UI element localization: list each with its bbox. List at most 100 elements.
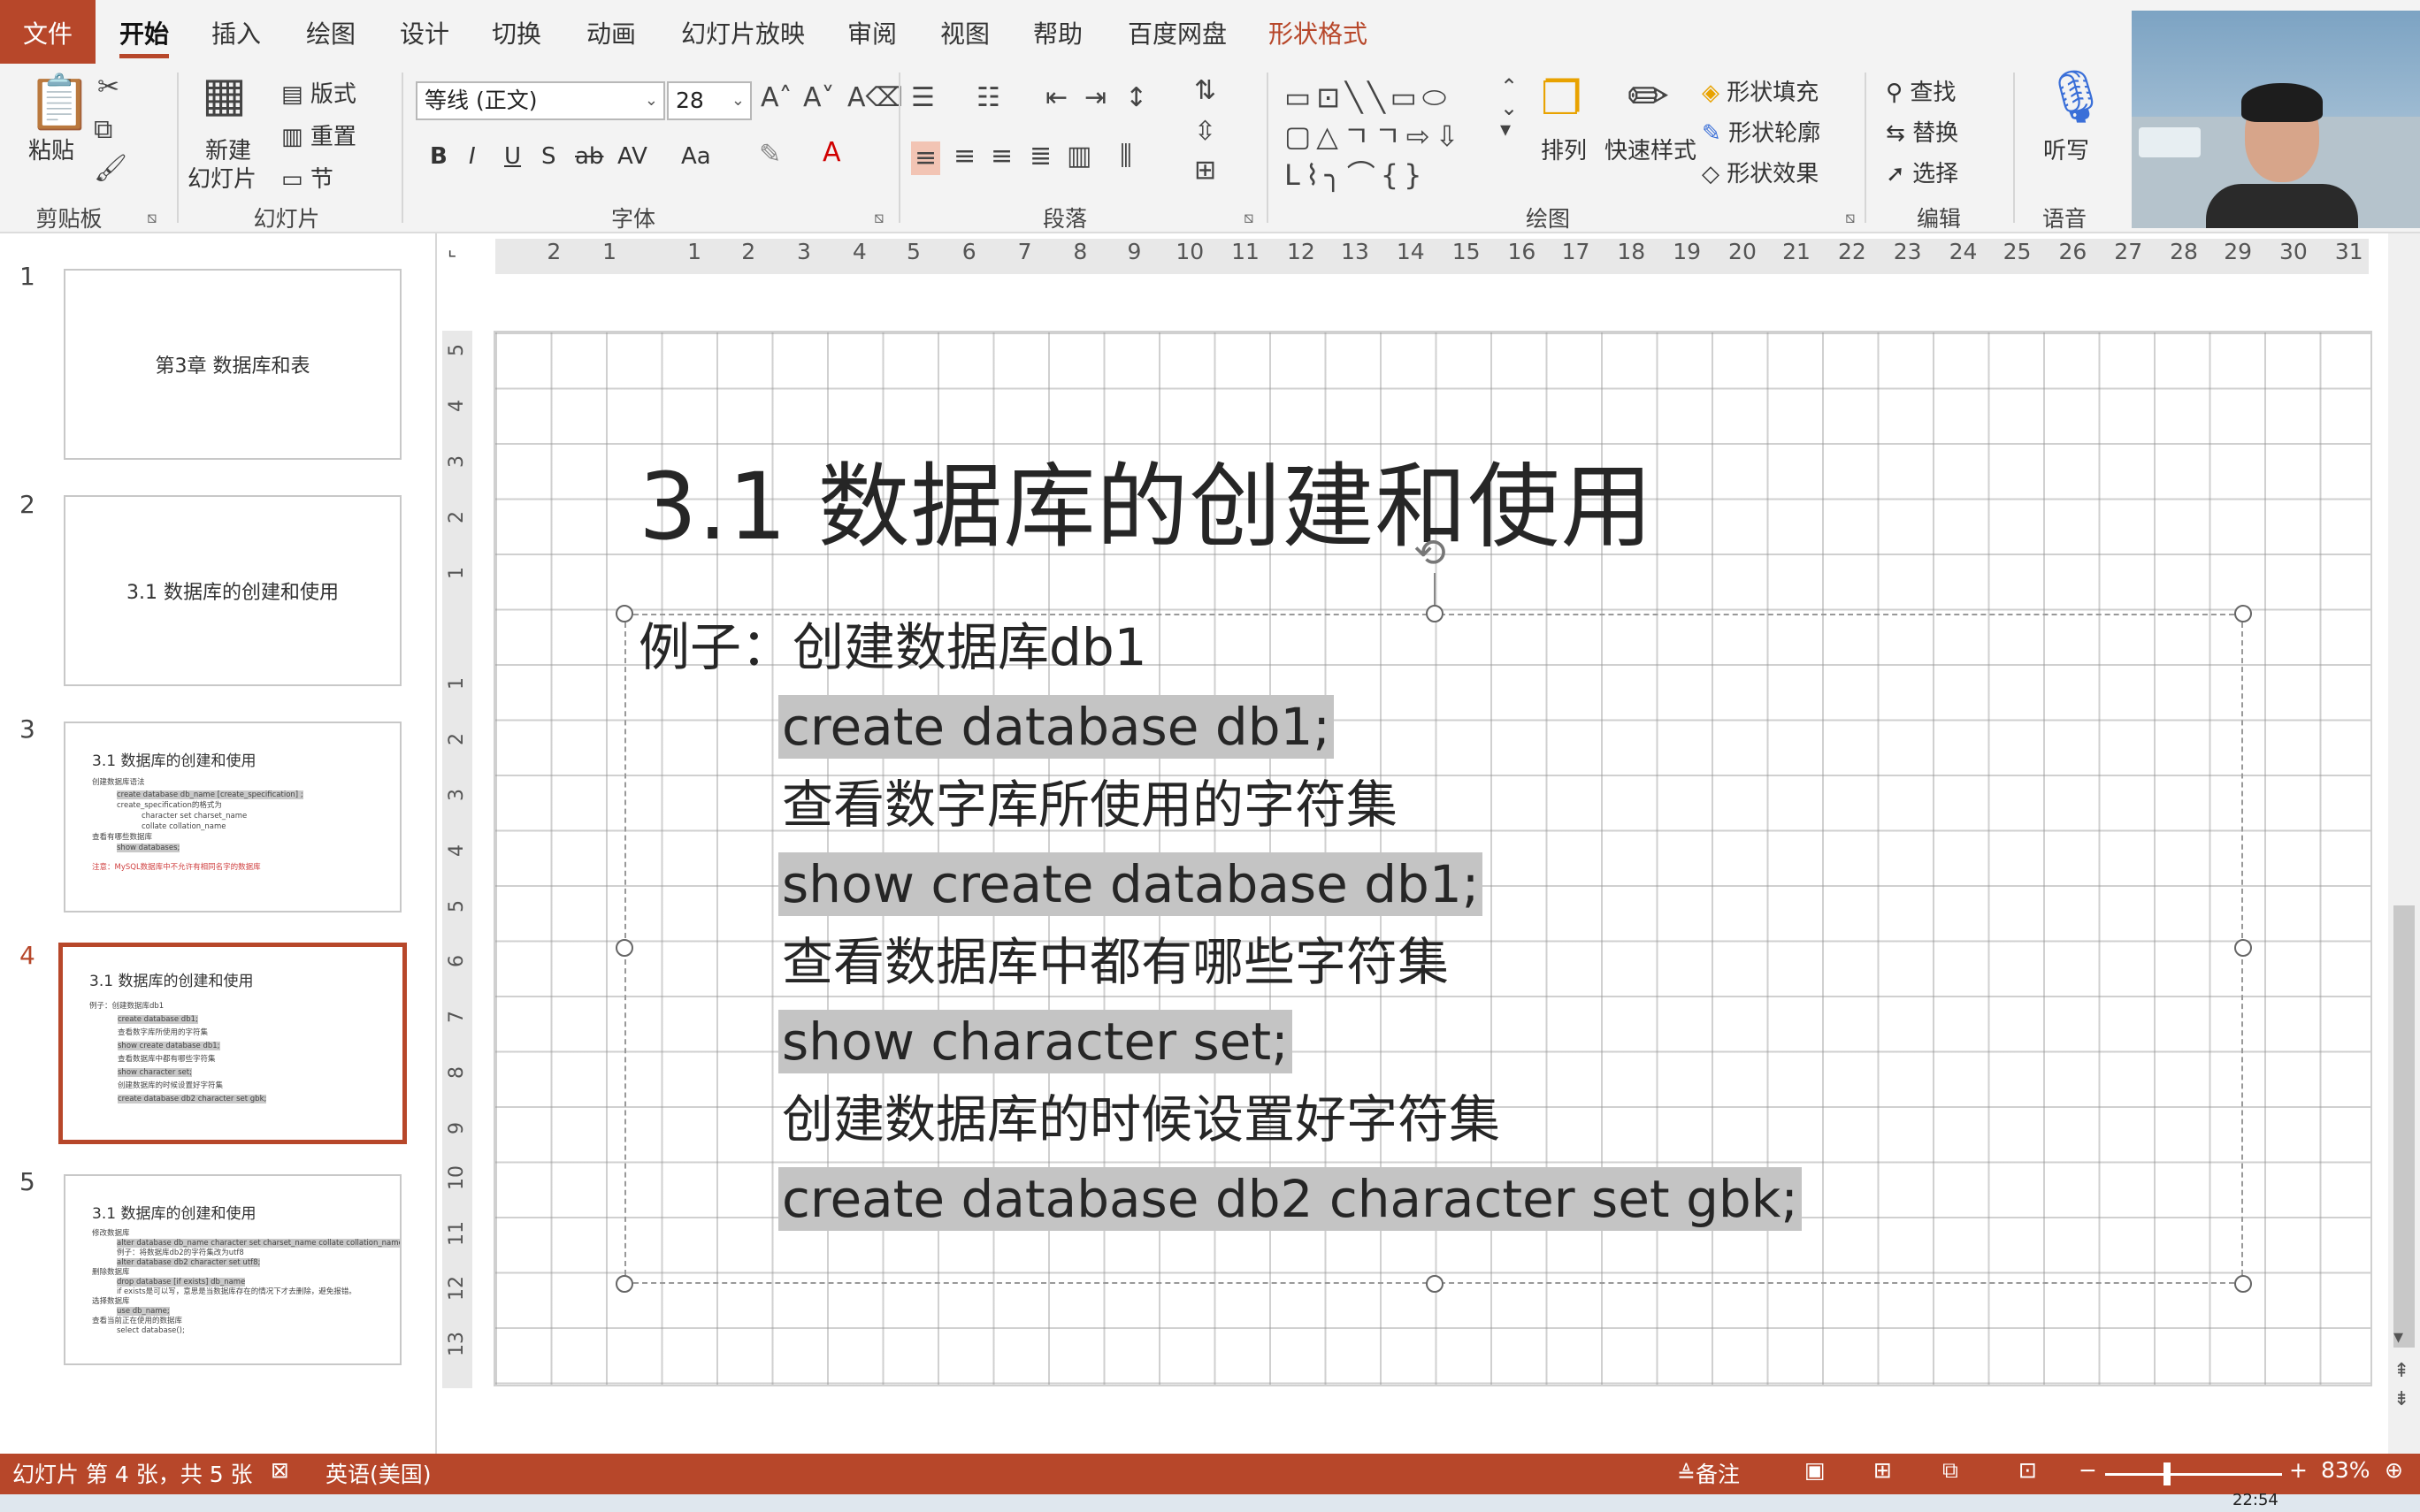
resize-handle[interactable] (1426, 605, 1444, 622)
microphone-icon[interactable]: 🎙 (2043, 71, 2109, 122)
new-slide-icon[interactable]: ▦ (202, 71, 247, 118)
quick-styles-icon[interactable]: ✏ (1627, 73, 1669, 122)
columns-icon[interactable]: ⫼ (1120, 143, 1132, 170)
resize-handle[interactable] (616, 1275, 633, 1293)
body-line[interactable]: 例子：创建数据库db1 (639, 615, 1147, 679)
language-indicator[interactable]: 英语(美国) (325, 1457, 432, 1489)
fit-slide-icon[interactable]: ⊕ (2385, 1457, 2403, 1483)
shapes-gallery[interactable]: ▭⊡╲╲▭⬭ ▢△ㄱㄱ⇨⇩ ᒪ⌇╮⌒{} (1284, 78, 1464, 195)
resize-handle[interactable] (2234, 1275, 2252, 1293)
zoom-slider-thumb[interactable] (2163, 1462, 2171, 1485)
shape-fill-button[interactable]: ◈ 形状填充 (1702, 74, 1819, 107)
tab-design[interactable]: 设计 (400, 0, 449, 64)
code-line[interactable]: show create database db1; (778, 852, 1483, 916)
zoom-level[interactable]: 83% (2321, 1457, 2370, 1483)
paragraph-launcher-icon[interactable]: ⧅ (1244, 209, 1253, 227)
horizontal-ruler[interactable]: 2 1 1 2 3 4 5 6 7 8 9 10 11 12 13 14 15 16 17 18 19 20 21 22 23 2… (495, 239, 2369, 274)
clear-format-icon[interactable]: A⌫ (847, 85, 903, 111)
normal-view-icon[interactable]: ▣ (1804, 1457, 1826, 1483)
increase-indent-icon[interactable]: ⇥ (1084, 85, 1107, 111)
reset-button[interactable]: ▥ 重置 (281, 118, 356, 151)
tab-insert[interactable]: 插入 (211, 0, 261, 64)
decrease-indent-icon[interactable]: ⇤ (1045, 85, 1068, 111)
new-slide-button-line2[interactable]: 幻灯片 (188, 161, 257, 194)
resize-handle[interactable] (2234, 939, 2252, 957)
body-line[interactable]: 查看数据库中都有哪些字符集 (782, 930, 1449, 994)
vertical-scrollbar[interactable]: ▾ ⇞ ⇟ (2388, 233, 2420, 1454)
align-center-icon[interactable]: ≡ (953, 143, 976, 170)
zoom-slider[interactable] (2105, 1473, 2282, 1476)
font-size-dropdown[interactable]: 28 ⌄ (667, 81, 752, 120)
rotate-handle-icon[interactable]: ⟲ (1413, 531, 1446, 576)
align-left-icon[interactable]: ≡ (911, 141, 941, 175)
body-line[interactable]: 创建数据库的时候设置好字符集 (782, 1088, 1500, 1151)
numbering-icon[interactable]: ☷ (976, 85, 1000, 111)
tab-review[interactable]: 审阅 (847, 0, 897, 64)
decrease-font-icon[interactable]: A˅ (803, 85, 835, 111)
shape-effects-button[interactable]: ◇ 形状效果 (1702, 156, 1819, 188)
italic-button[interactable]: I (469, 143, 476, 170)
font-launcher-icon[interactable]: ⧅ (874, 209, 884, 227)
zoom-out-icon[interactable]: − (2079, 1457, 2097, 1483)
slideshow-icon[interactable]: ⊡ (2018, 1457, 2037, 1483)
quick-styles-button[interactable]: 快速样式 (1604, 133, 1696, 165)
cut-icon[interactable]: ✂ (97, 74, 119, 101)
clipboard-launcher-icon[interactable]: ⧅ (147, 209, 157, 227)
change-case-button[interactable]: Aa (681, 143, 711, 170)
section-button[interactable]: ▭ 节 (281, 161, 333, 194)
char-spacing-button[interactable]: AV (617, 143, 647, 170)
accessibility-icon[interactable]: ⊠ (271, 1457, 289, 1483)
select-button[interactable]: ➚ 选择 (1886, 156, 1958, 188)
underline-button[interactable]: U (504, 143, 521, 170)
code-line[interactable]: create database db2 character set gbk; (778, 1167, 1802, 1231)
font-color-icon[interactable]: A (823, 140, 841, 166)
tab-home[interactable]: 开始 (119, 0, 170, 64)
paste-icon[interactable]: 📋 (27, 76, 93, 129)
tab-slideshow[interactable]: 幻灯片放映 (681, 0, 805, 64)
strikethrough-button[interactable]: ab (575, 143, 603, 170)
slide-thumbnail-4[interactable]: 3.1 数据库的创建和使用 例子：创建数据库db1 create databas… (58, 943, 407, 1144)
previous-slide-icon[interactable]: ⇞ (2393, 1360, 2409, 1382)
copy-icon[interactable]: ⧉ (94, 117, 112, 143)
resize-handle[interactable] (616, 605, 633, 622)
align-right-icon[interactable]: ≡ (991, 143, 1013, 170)
increase-font-icon[interactable]: A˄ (761, 85, 793, 111)
resize-handle[interactable] (1426, 1275, 1444, 1293)
resize-handle[interactable] (2234, 605, 2252, 622)
distributed-icon[interactable]: ▥ (1067, 143, 1091, 170)
highlight-icon[interactable]: ✎ (759, 141, 781, 168)
slide-sorter-icon[interactable]: ⊞ (1873, 1457, 1892, 1483)
arrange-button[interactable]: 排列 (1541, 133, 1587, 165)
slide-thumbnail-1[interactable]: 第3章 数据库和表 (64, 269, 402, 460)
tab-transitions[interactable]: 切换 (492, 0, 541, 64)
slide-thumbnail-5[interactable]: 3.1 数据库的创建和使用 修改数据库 alter database db_na… (64, 1174, 402, 1365)
paste-button[interactable]: 粘贴 (28, 133, 74, 165)
body-line[interactable]: 查看数字库所使用的字符集 (782, 773, 1398, 836)
tab-animations[interactable]: 动画 (586, 0, 636, 64)
scroll-down-icon[interactable]: ▾ (2393, 1326, 2403, 1348)
tab-view[interactable]: 视图 (940, 0, 990, 64)
slide-title[interactable]: 3.1 数据库的创建和使用 (639, 431, 1653, 565)
tab-baidu[interactable]: 百度网盘 (1128, 0, 1227, 64)
shape-outline-button[interactable]: ✎ 形状轮廓 (1702, 115, 1820, 148)
dictate-button[interactable]: 听写 (2043, 133, 2089, 165)
resize-handle[interactable] (616, 939, 633, 957)
tab-help[interactable]: 帮助 (1033, 0, 1083, 64)
scrollbar-thumb[interactable] (2393, 905, 2415, 1348)
format-painter-icon[interactable]: 🖌 (94, 156, 127, 182)
tab-stop-icon[interactable]: ⌞ (448, 241, 456, 260)
slide-thumbnail-3[interactable]: 3.1 数据库的创建和使用 创建数据库语法 create database db… (64, 722, 402, 913)
zoom-in-icon[interactable]: + (2289, 1457, 2308, 1483)
layout-button[interactable]: ▤ 版式 (281, 76, 356, 109)
code-line[interactable]: create database db1; (778, 695, 1334, 759)
text-direction-icon[interactable]: ⇅ (1194, 78, 1216, 104)
replace-button[interactable]: ⇆ 替换 (1886, 115, 1958, 148)
vertical-ruler[interactable]: 5 4 3 2 1 1 2 3 4 5 6 7 8 9 10 11 12 13 (442, 331, 472, 1388)
arrange-icon[interactable]: ❐ (1541, 76, 1582, 122)
font-name-dropdown[interactable]: 等线 (正文) ⌄ (416, 81, 665, 120)
notes-button[interactable]: ≜备注 (1677, 1457, 1740, 1489)
reading-view-icon[interactable]: ⧉ (1942, 1457, 1958, 1484)
tab-shape-format[interactable]: 形状格式 (1268, 0, 1367, 64)
smartart-icon[interactable]: ⊞ (1194, 157, 1216, 184)
find-button[interactable]: ⚲ 查找 (1886, 74, 1956, 107)
